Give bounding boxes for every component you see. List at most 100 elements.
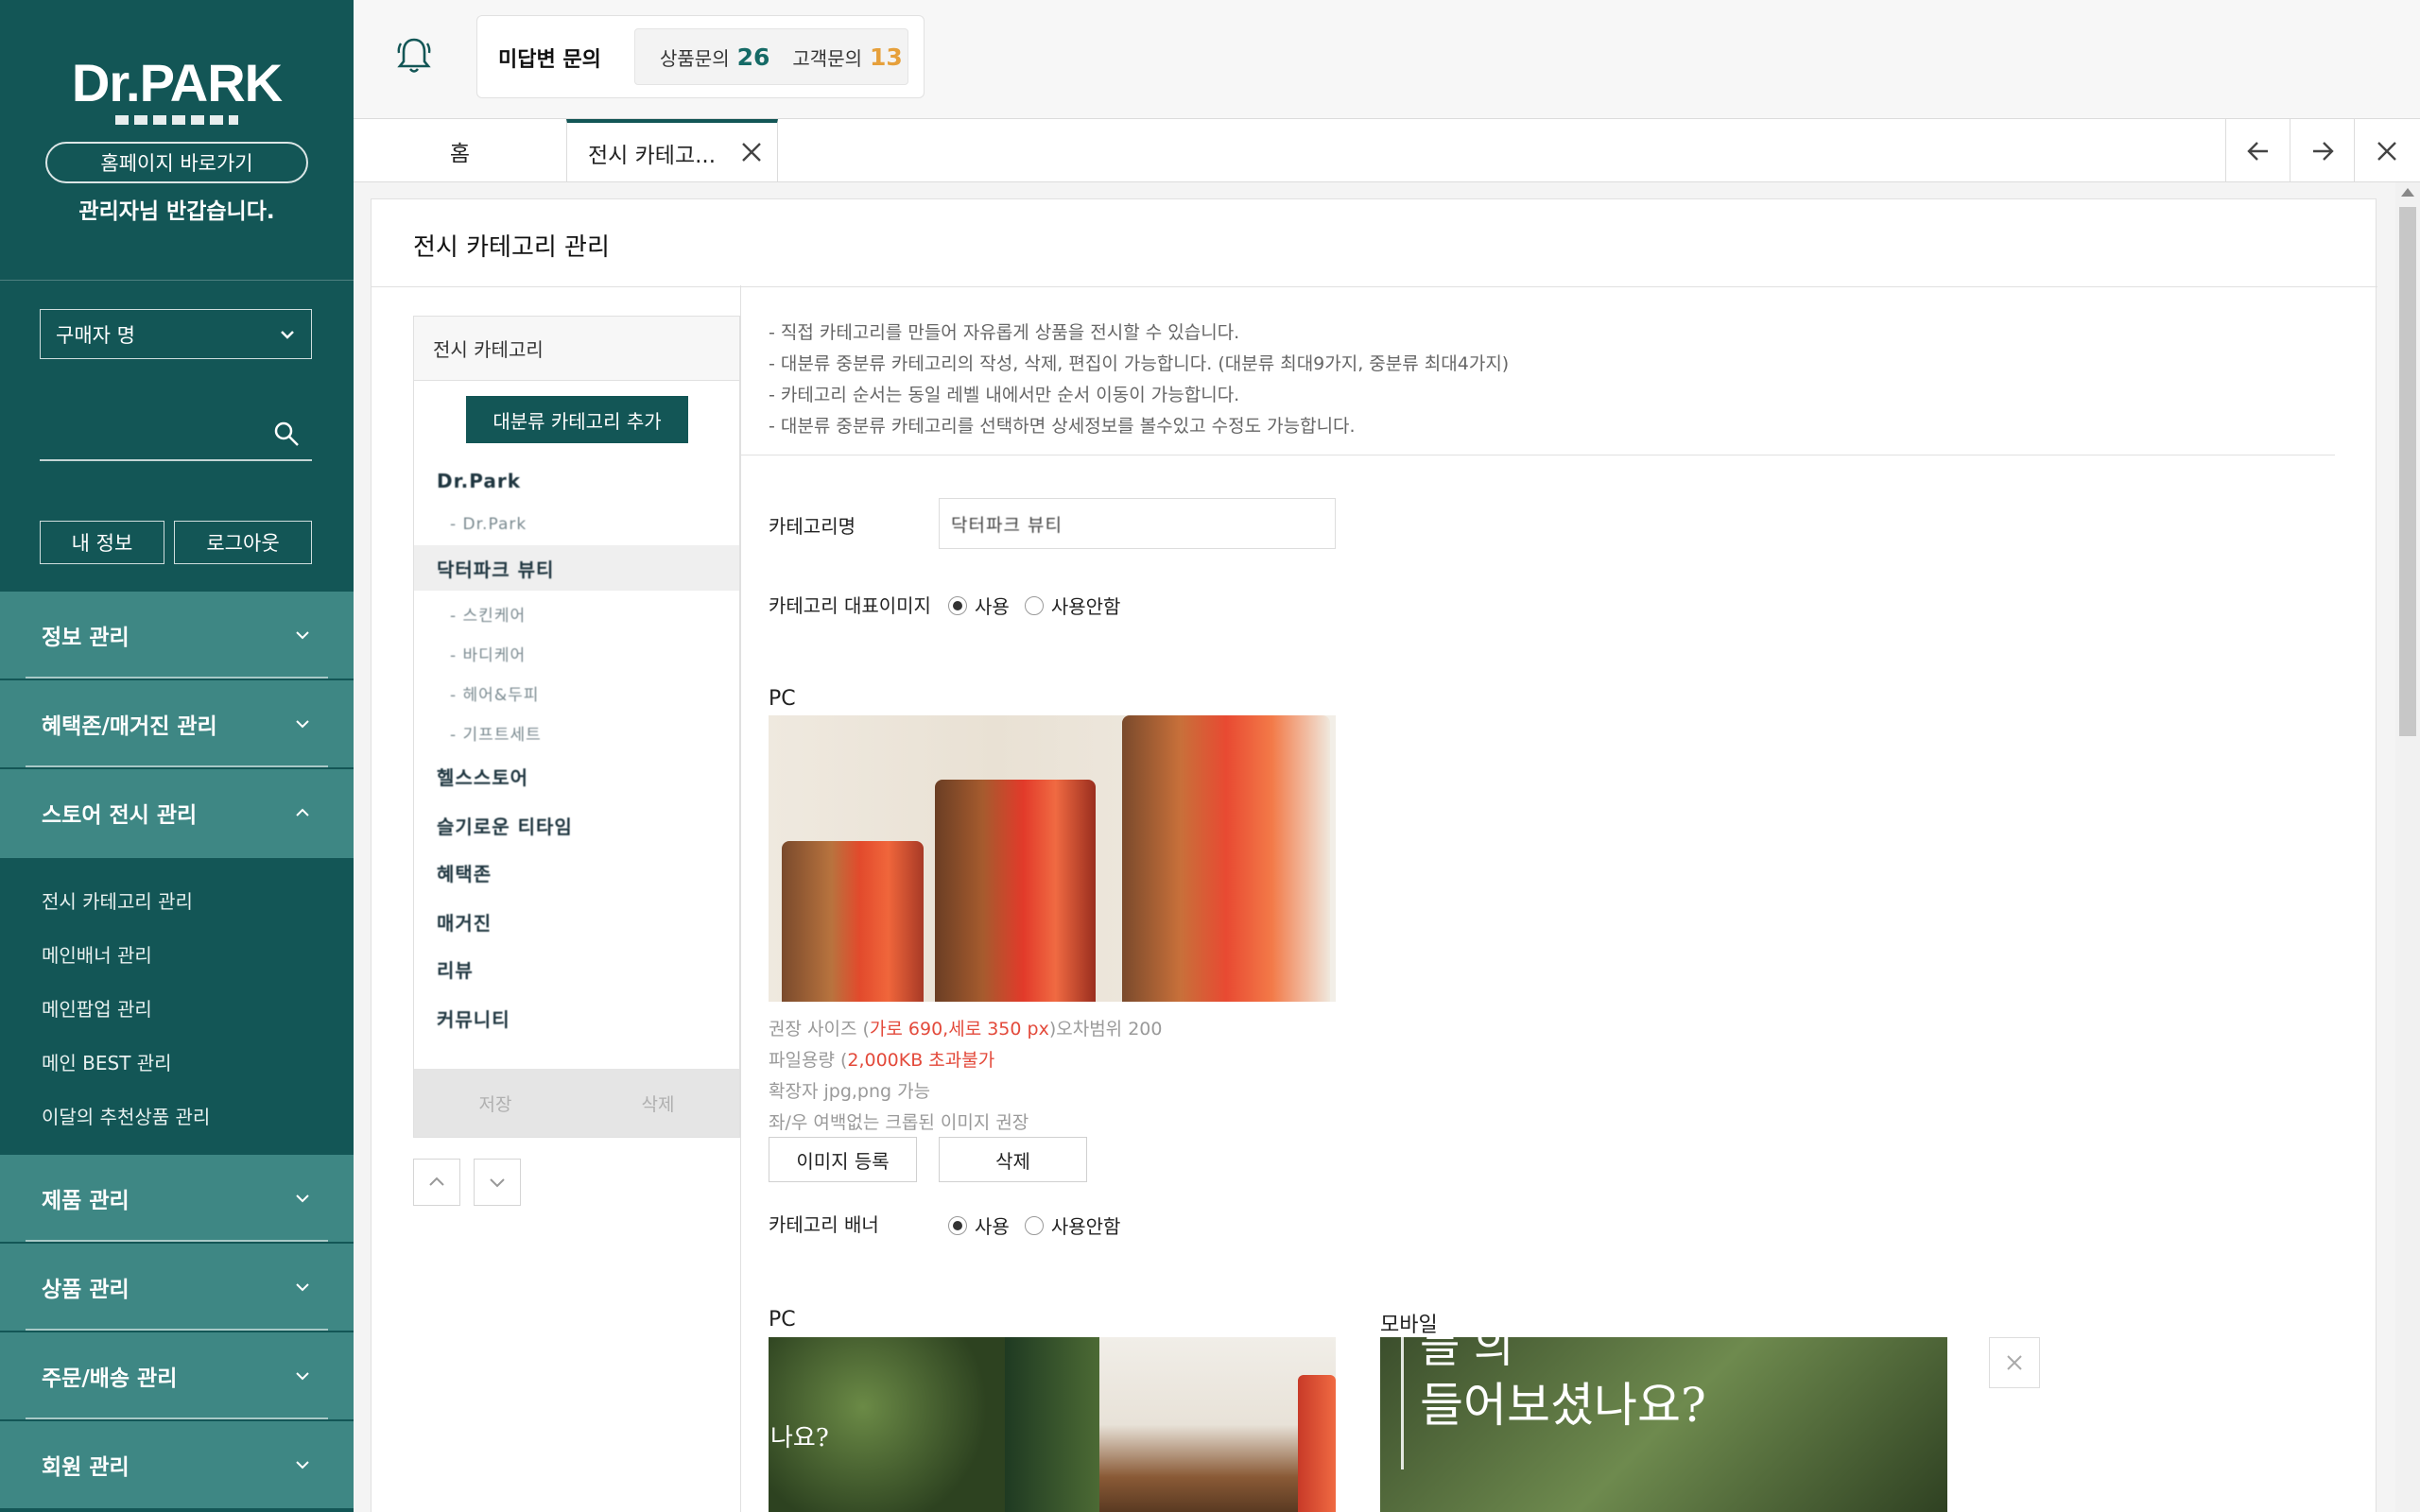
menu-label: 회원 관리	[42, 1455, 130, 1480]
submenu-display-category[interactable]: 전시 카테고리 관리	[42, 886, 193, 914]
menu-label: 정보 관리	[42, 626, 130, 650]
top-header: 미답변 문의 상품문의 26 고객문의 13	[354, 0, 2420, 118]
chevron-down-icon	[296, 631, 309, 640]
tab-prev-button[interactable]	[2225, 119, 2290, 182]
product-inquiry-count: 26	[736, 43, 770, 71]
scroll-up-arrow[interactable]	[2401, 188, 2414, 197]
radio-unchecked	[1024, 1215, 1044, 1235]
buyer-select-value: 구매자 명	[56, 323, 135, 347]
category-tree: 전시 카테고리 대분류 카테고리 추가 Dr.Park - Dr.Park 닥터…	[413, 316, 740, 1138]
menu-label: 주문/배송 관리	[42, 1366, 178, 1391]
add-main-category-button[interactable]: 대분류 카테고리 추가	[466, 396, 688, 443]
submenu-main-best[interactable]: 메인 BEST 관리	[42, 1048, 172, 1075]
radio-checked	[948, 1215, 967, 1235]
close-icon[interactable]	[739, 140, 764, 164]
tree-item[interactable]: 리뷰	[414, 946, 739, 991]
tree-item[interactable]: 헬스스토어	[414, 753, 739, 799]
info-line: - 카테고리 순서는 동일 레벨 내에서만 순서 이동이 가능합니다.	[769, 385, 1240, 405]
tree-item[interactable]: 커뮤니티	[414, 995, 739, 1040]
submenu-main-banner[interactable]: 메인배너 관리	[42, 940, 152, 968]
menu-store-display[interactable]: 스토어 전시 관리	[0, 769, 354, 858]
info-notes: - 직접 카테고리를 만들어 자유롭게 상품을 전시할 수 있습니다. - 대분…	[769, 318, 1509, 442]
bell-icon[interactable]	[395, 34, 433, 76]
tree-item[interactable]: 슬기로운 티타임	[414, 802, 739, 848]
sidebar: Dr.PARK 홈페이지 바로가기 관리자님 반갑습니다. 구매자 명 내 정보…	[0, 0, 354, 1512]
search-icon[interactable]	[272, 420, 301, 448]
chevron-up-icon	[296, 808, 309, 816]
tree-item[interactable]: - 스킨케어	[414, 591, 739, 636]
rep-image-radio-group: 사용 사용안함	[948, 592, 1135, 619]
tree-item[interactable]: Dr.Park	[414, 458, 739, 504]
info-line: - 대분류 중분류 카테고리의 작성, 삭제, 편집이 가능합니다. (대분류 …	[769, 353, 1510, 374]
tab-home[interactable]: 홈	[354, 119, 566, 182]
pc-banner-image: 나요?	[769, 1337, 1336, 1512]
arrow-right-icon	[2312, 141, 2334, 161]
chevron-down-icon	[296, 1283, 309, 1292]
radio-checked	[948, 595, 967, 615]
move-up-button[interactable]	[413, 1159, 460, 1206]
scrollbar-thumb[interactable]	[2399, 207, 2416, 736]
chevron-down-icon	[296, 1372, 309, 1381]
banner-not-use-radio[interactable]: 사용안함	[1024, 1211, 1120, 1239]
menu-product-management[interactable]: 제품 관리	[0, 1155, 354, 1242]
tree-item[interactable]: - 바디케어	[414, 630, 739, 676]
tree-header: 전시 카테고리	[414, 317, 739, 381]
inquiry-counts[interactable]: 상품문의 26 고객문의 13	[634, 28, 908, 85]
submenu-main-popup[interactable]: 메인팝업 관리	[42, 994, 152, 1022]
banner-mobile-label: 모바일	[1380, 1314, 1438, 1337]
buyer-select[interactable]: 구매자 명	[40, 309, 312, 359]
tab-label: 전시 카테고...	[588, 143, 717, 168]
tab-next-button[interactable]	[2290, 119, 2354, 182]
main-scrollbar[interactable]	[2395, 182, 2420, 1512]
menu-member-management[interactable]: 회원 관리	[0, 1421, 354, 1508]
tab-display-category[interactable]: 전시 카테고...	[566, 119, 778, 182]
category-name-label: 카테고리명	[769, 515, 856, 538]
banner-label: 카테고리 배너	[769, 1213, 879, 1236]
rep-image-not-use-radio[interactable]: 사용안함	[1024, 592, 1120, 619]
chevron-up-icon	[429, 1177, 444, 1186]
close-icon	[2377, 141, 2396, 161]
menu-label: 제품 관리	[42, 1189, 130, 1213]
tree-save-button[interactable]: 저장	[414, 1091, 577, 1116]
tree-delete-button[interactable]: 삭제	[577, 1091, 739, 1116]
logout-button[interactable]: 로그아웃	[174, 521, 312, 564]
tree-item[interactable]: - 기프트세트	[414, 710, 739, 755]
tree-item[interactable]: 매거진	[414, 899, 739, 944]
menu-info-management[interactable]: 정보 관리	[0, 592, 354, 679]
hint-size: 권장 사이즈 (가로 690,세로 350 px)오차범위 200	[769, 1019, 1163, 1040]
sidebar-search-input[interactable]	[40, 406, 312, 461]
hint-crop: 좌/우 여백없는 크롭된 이미지 권장	[769, 1112, 1029, 1133]
pc-category-image	[769, 715, 1336, 1002]
menu-goods-management[interactable]: 상품 관리	[0, 1244, 354, 1331]
store-display-submenu: 전시 카테고리 관리 메인배너 관리 메인팝업 관리 메인 BEST 관리 이달…	[0, 858, 354, 1155]
banner-pc-label: PC	[769, 1308, 796, 1332]
pc-banner-text: 나요?	[770, 1424, 829, 1452]
banner-use-radio[interactable]: 사용	[948, 1211, 1010, 1239]
chevron-down-icon	[490, 1178, 505, 1188]
mobile-banner-text: 들어보셨나요?	[1420, 1378, 1706, 1433]
tree-item[interactable]: 혜택존	[414, 850, 739, 895]
my-info-button[interactable]: 내 정보	[40, 521, 164, 564]
chevron-down-icon	[281, 330, 294, 339]
banner-remove-button[interactable]	[1989, 1337, 2040, 1388]
homepage-link-button[interactable]: 홈페이지 바로가기	[45, 142, 308, 183]
unanswered-inquiry-box: 미답변 문의 상품문의 26 고객문의 13	[476, 15, 925, 98]
radio-unchecked	[1024, 595, 1044, 615]
menu-benefit-magazine[interactable]: 혜택존/매거진 관리	[0, 680, 354, 767]
brand-logo[interactable]: Dr.PARK	[70, 55, 284, 127]
menu-order-shipping[interactable]: 주문/배송 관리	[0, 1332, 354, 1419]
delete-image-button[interactable]: 삭제	[939, 1137, 1087, 1182]
tree-item-selected[interactable]: 닥터파크 뷰티	[414, 545, 739, 591]
tree-item[interactable]: - 헤어&두피	[414, 670, 739, 715]
category-name-input[interactable]: 닥터파크 뷰티	[939, 498, 1336, 549]
tree-item[interactable]: - Dr.Park	[414, 502, 739, 547]
info-line: - 대분류 중분류 카테고리를 선택하면 상세정보를 볼수있고 수정도 가능합니…	[769, 416, 1356, 437]
menu-label: 상품 관리	[42, 1278, 130, 1302]
rep-image-label: 카테고리 대표이미지	[769, 594, 931, 617]
close-icon	[2007, 1355, 2022, 1370]
rep-image-use-radio[interactable]: 사용	[948, 592, 1010, 619]
tab-close-all-button[interactable]	[2354, 119, 2418, 182]
move-down-button[interactable]	[474, 1159, 521, 1206]
register-image-button[interactable]: 이미지 등록	[769, 1137, 917, 1182]
submenu-monthly-recommend[interactable]: 이달의 추천상품 관리	[42, 1102, 210, 1129]
